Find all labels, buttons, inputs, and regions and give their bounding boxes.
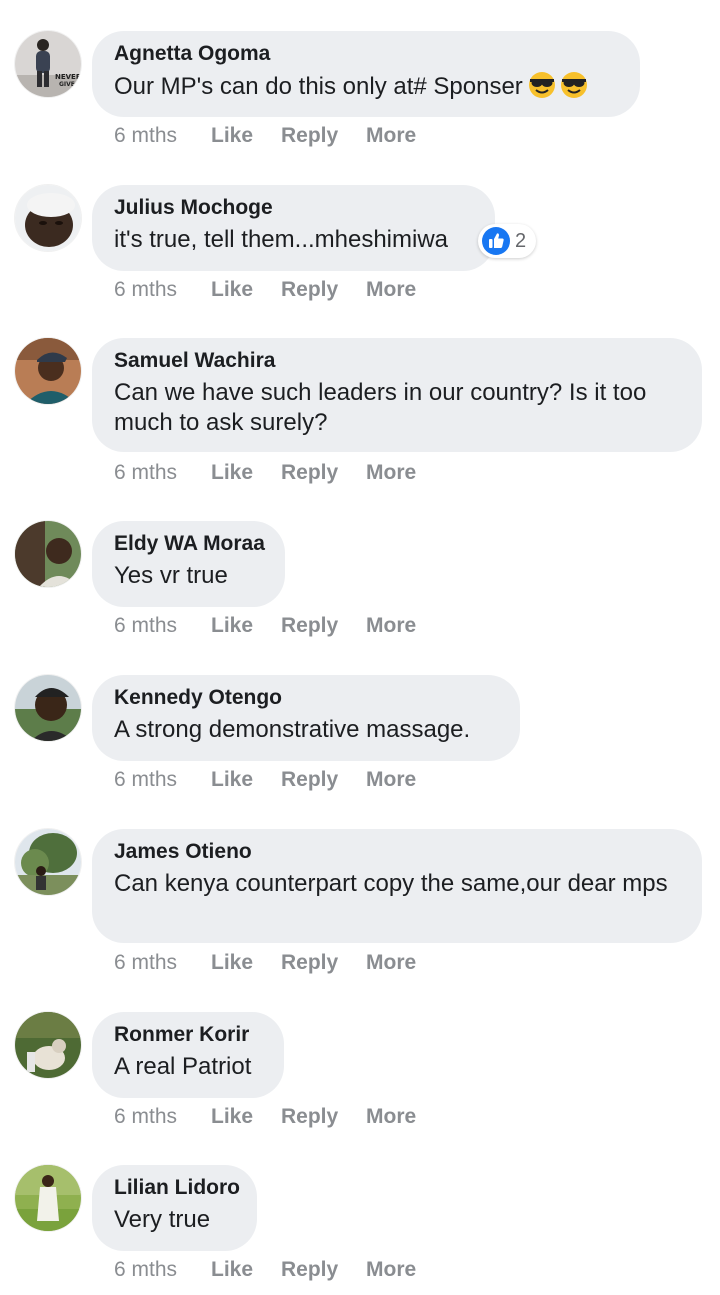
avatar[interactable] (15, 185, 81, 251)
comment-bubble: Agnetta Ogoma Our MP's can do this only … (92, 31, 640, 117)
like-button[interactable]: Like (211, 458, 253, 488)
avatar[interactable] (15, 521, 81, 587)
avatar[interactable]: NEVER GIVE (15, 31, 81, 97)
comment-text: Yes vr true (114, 562, 228, 589)
comment-text: Can we have such leaders in our country?… (114, 379, 647, 436)
sunglasses-emoji-icon (527, 71, 557, 107)
comment-text: Can kenya counterpart copy the same,our … (114, 870, 668, 897)
comment-timestamp[interactable]: 6 mths (114, 611, 177, 641)
reply-button[interactable]: Reply (281, 611, 338, 641)
comment-author[interactable]: Kennedy Otengo (114, 685, 498, 711)
comment-text: Very true (114, 1206, 211, 1233)
comment-author[interactable]: Agnetta Ogoma (114, 41, 618, 67)
comment-timestamp[interactable]: 6 mths (114, 1255, 177, 1285)
reaction-badge[interactable]: 2 (478, 224, 537, 258)
comment-timestamp[interactable]: 6 mths (114, 458, 177, 488)
like-button[interactable]: Like (211, 121, 253, 151)
comment-author[interactable]: Eldy WA Moraa (114, 531, 265, 557)
comment-bubble: James Otieno Can kenya counterpart copy … (92, 829, 702, 943)
comment-bubble: Julius Mochoge it's true, tell them...mh… (92, 185, 495, 271)
like-button[interactable]: Like (211, 1255, 253, 1285)
comment-author[interactable]: Ronmer Korir (114, 1022, 262, 1048)
reply-button[interactable]: Reply (281, 1255, 338, 1285)
comment-bubble: Lilian Lidoro Very true (92, 1165, 257, 1251)
reply-button[interactable]: Reply (281, 765, 338, 795)
comment-author[interactable]: Lilian Lidoro (114, 1175, 240, 1201)
comment-text: A strong demonstrative massage. (114, 716, 471, 743)
comment-author[interactable]: Samuel Wachira (114, 348, 680, 374)
more-button[interactable]: More (366, 765, 416, 795)
comment-timestamp[interactable]: 6 mths (114, 765, 177, 795)
comment-author[interactable]: James Otieno (114, 839, 680, 865)
reply-button[interactable]: Reply (281, 1102, 338, 1132)
reply-button[interactable]: Reply (281, 948, 338, 978)
like-button[interactable]: Like (211, 275, 253, 305)
more-button[interactable]: More (366, 611, 416, 641)
comment-timestamp[interactable]: 6 mths (114, 121, 177, 151)
more-button[interactable]: More (366, 1102, 416, 1132)
svg-text:GIVE: GIVE (59, 81, 75, 88)
reply-button[interactable]: Reply (281, 275, 338, 305)
comment-timestamp[interactable]: 6 mths (114, 948, 177, 978)
comment-bubble: Samuel Wachira Can we have such leaders … (92, 338, 702, 452)
avatar[interactable] (15, 675, 81, 741)
reply-button[interactable]: Reply (281, 121, 338, 151)
more-button[interactable]: More (366, 121, 416, 151)
comment-timestamp[interactable]: 6 mths (114, 1102, 177, 1132)
avatar[interactable] (15, 338, 81, 404)
more-button[interactable]: More (366, 275, 416, 305)
like-button[interactable]: Like (211, 765, 253, 795)
avatar[interactable] (15, 1012, 81, 1078)
more-button[interactable]: More (366, 458, 416, 488)
comment-bubble: Kennedy Otengo A strong demonstrative ma… (92, 675, 520, 761)
comment-timestamp[interactable]: 6 mths (114, 275, 177, 305)
like-button[interactable]: Like (211, 1102, 253, 1132)
avatar[interactable] (15, 1165, 81, 1231)
thumbs-up-icon (482, 227, 510, 255)
comment-bubble: Eldy WA Moraa Yes vr true (92, 521, 285, 607)
reaction-count: 2 (515, 229, 527, 252)
like-button[interactable]: Like (211, 948, 253, 978)
comment-text: Our MP's can do this only at# Sponser (114, 73, 523, 100)
sunglasses-emoji-icon (559, 71, 589, 107)
avatar[interactable] (15, 829, 81, 895)
comment-text: it's true, tell them...mheshimiwa (114, 226, 449, 253)
comment-text-row: Our MP's can do this only at# Sponser (114, 71, 618, 107)
more-button[interactable]: More (366, 948, 416, 978)
svg-text:NEVER: NEVER (55, 73, 81, 81)
comment-author[interactable]: Julius Mochoge (114, 195, 473, 221)
comment-bubble: Ronmer Korir A real Patriot (92, 1012, 284, 1098)
like-button[interactable]: Like (211, 611, 253, 641)
comment-text: A real Patriot (114, 1053, 252, 1080)
more-button[interactable]: More (366, 1255, 416, 1285)
reply-button[interactable]: Reply (281, 458, 338, 488)
